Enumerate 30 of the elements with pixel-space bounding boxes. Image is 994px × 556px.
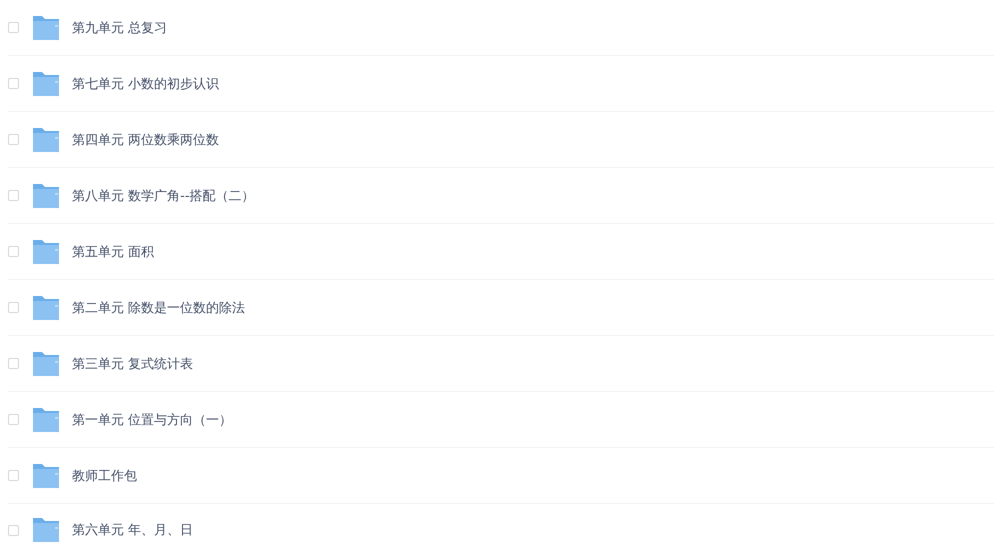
folder-icon — [32, 350, 60, 376]
folder-icon — [32, 126, 60, 152]
folder-name[interactable]: 第八单元 数学广角--搭配（二） — [72, 186, 255, 204]
folder-name[interactable]: 第五单元 面积 — [72, 242, 154, 260]
checkbox[interactable] — [8, 134, 19, 145]
checkbox[interactable] — [8, 22, 19, 33]
checkbox[interactable] — [8, 470, 19, 481]
checkbox[interactable] — [8, 524, 19, 536]
folder-name[interactable]: 教师工作包 — [72, 466, 137, 484]
folder-name[interactable]: 第七单元 小数的初步认识 — [72, 74, 220, 92]
folder-name[interactable]: 第四单元 两位数乘两位数 — [72, 130, 220, 148]
folder-icon — [32, 70, 60, 96]
folder-name[interactable]: 第二单元 除数是一位数的除法 — [72, 298, 246, 316]
checkbox[interactable] — [8, 414, 19, 425]
folder-name[interactable]: 第三单元 复式统计表 — [72, 354, 194, 372]
folder-icon — [32, 238, 60, 264]
folder-icon — [32, 517, 60, 543]
checkbox[interactable] — [8, 78, 19, 89]
folder-icon — [32, 182, 60, 208]
folder-name[interactable]: 第一单元 位置与方向（一） — [72, 410, 232, 428]
folder-icon — [32, 406, 60, 432]
folder-icon — [32, 294, 60, 320]
checkbox[interactable] — [8, 302, 19, 313]
checkbox[interactable] — [8, 358, 19, 369]
folder-icon — [32, 14, 60, 40]
checkbox[interactable] — [8, 190, 19, 201]
folder-name[interactable]: 第九单元 总复习 — [72, 18, 168, 36]
folder-icon — [32, 462, 60, 488]
checkbox[interactable] — [8, 246, 19, 257]
folder-name[interactable]: 第六单元 年、月、日 — [72, 521, 194, 539]
